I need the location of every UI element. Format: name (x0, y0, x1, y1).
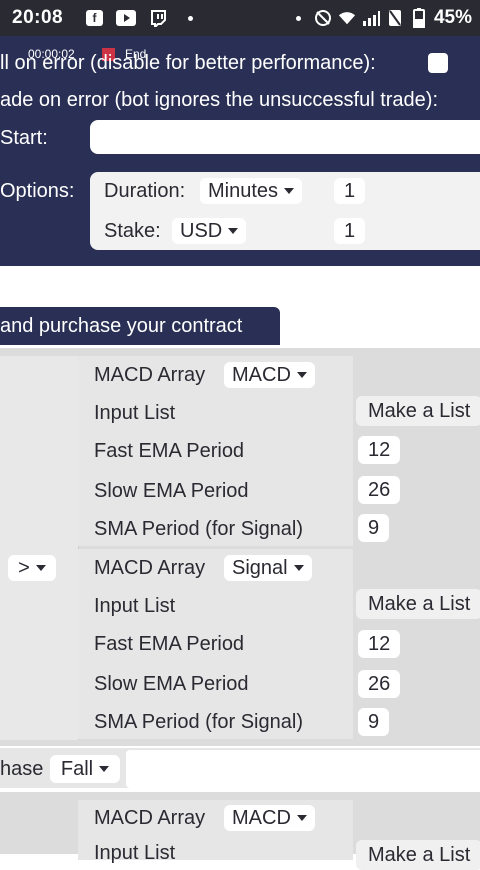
operator-value: > (18, 556, 30, 579)
fast-ema-input[interactable]: 12 (358, 436, 401, 464)
dot-icon (290, 9, 308, 27)
chevron-down-icon (228, 228, 239, 234)
purchase-label: hase (0, 758, 44, 780)
slow-ema-input[interactable]: 26 (358, 670, 401, 698)
section-title-text: and purchase your contract (0, 315, 243, 337)
slow-ema-input[interactable]: 26 (358, 476, 401, 504)
duration-unit-value: Minutes (208, 180, 279, 202)
fast-ema-label: Fast EMA Period (94, 440, 245, 462)
macd-array-block[interactable]: MACD Array MACD Input List Fast EMA Peri… (78, 356, 353, 546)
sma-period-label: SMA Period (for Signal) (94, 711, 303, 733)
mute-icon (314, 9, 332, 27)
status-right-icons: 45% (290, 6, 472, 30)
sma-period-input[interactable]: 9 (358, 514, 390, 542)
purchase-direction-value: Fall (60, 757, 94, 780)
twitch-icon (150, 10, 167, 27)
options-label: Options: (0, 180, 75, 202)
duration-unit-dropdown[interactable]: Minutes (200, 178, 303, 204)
status-bar: 20:08 f 45% (0, 0, 480, 36)
chevron-down-icon (296, 372, 307, 378)
chevron-down-icon (35, 565, 46, 571)
macd-field-value: MACD (232, 364, 291, 386)
purchase-direction-dropdown[interactable]: Fall (50, 755, 120, 783)
macd-array-title: MACD Array (94, 364, 206, 386)
comparison-rail (0, 356, 79, 740)
macd-field-dropdown[interactable]: MACD (224, 805, 315, 831)
macd-field-value: MACD (232, 807, 291, 829)
make-a-list-block[interactable]: Make a List (356, 840, 480, 870)
slow-ema-label: Slow EMA Period (94, 480, 249, 502)
status-time: 20:08 (12, 7, 64, 28)
sma-period-label: SMA Period (for Signal) (94, 518, 303, 540)
make-a-list-block[interactable]: Make a List (356, 396, 480, 426)
facebook-icon: f (86, 10, 103, 26)
chevron-down-icon (293, 565, 304, 571)
fast-ema-label: Fast EMA Period (94, 633, 245, 655)
chevron-down-icon (296, 815, 307, 821)
stake-label: Stake: (104, 220, 161, 242)
start-label: Start: (0, 127, 48, 149)
battery-percent: 45% (433, 7, 472, 28)
duration-value-input[interactable]: 1 (334, 178, 366, 204)
input-list-label: Input List (94, 595, 176, 617)
signal-icon (362, 9, 380, 27)
stake-value-input[interactable]: 1 (334, 218, 366, 244)
duration-label: Duration: (104, 180, 186, 202)
slow-ema-label: Slow EMA Period (94, 673, 249, 695)
sma-period-input[interactable]: 9 (358, 708, 390, 736)
macd-field-value: Signal (232, 557, 288, 579)
macd-array-block[interactable]: MACD Array MACD Input List (78, 800, 353, 864)
battery-icon (410, 8, 428, 28)
stake-currency-value: USD (180, 220, 223, 242)
operator-dropdown[interactable]: > (8, 555, 56, 581)
kill-on-error-label: ll on error (disable for better performa… (0, 52, 376, 74)
wifi-icon (338, 9, 356, 27)
macd-array-title: MACD Array (94, 807, 206, 829)
dot-icon (188, 16, 193, 21)
trade-on-error-label: ade on error (bot ignores the unsuccessf… (0, 89, 439, 111)
chevron-down-icon (284, 188, 295, 194)
kill-on-error-checkbox[interactable] (428, 53, 448, 73)
make-a-list-block[interactable]: Make a List (356, 589, 480, 619)
macd-array-title: MACD Array (94, 557, 206, 579)
purchase-input-slot[interactable] (126, 750, 480, 788)
options-block: Duration: Minutes 1 Stake: USD 1 (90, 172, 480, 250)
stake-currency-dropdown[interactable]: USD (172, 218, 247, 244)
macd-field-dropdown[interactable]: Signal (224, 555, 312, 581)
youtube-icon (116, 10, 136, 26)
macd-array-block[interactable]: MACD Array Signal Input List Fast EMA Pe… (78, 549, 353, 739)
macd-field-dropdown[interactable]: MACD (224, 362, 315, 388)
chevron-down-icon (99, 766, 110, 772)
section-title: and purchase your contract (0, 307, 280, 345)
fast-ema-input[interactable]: 12 (358, 630, 401, 658)
no-sim-icon (386, 9, 404, 27)
start-input[interactable] (90, 120, 480, 154)
input-list-label: Input List (94, 402, 176, 424)
